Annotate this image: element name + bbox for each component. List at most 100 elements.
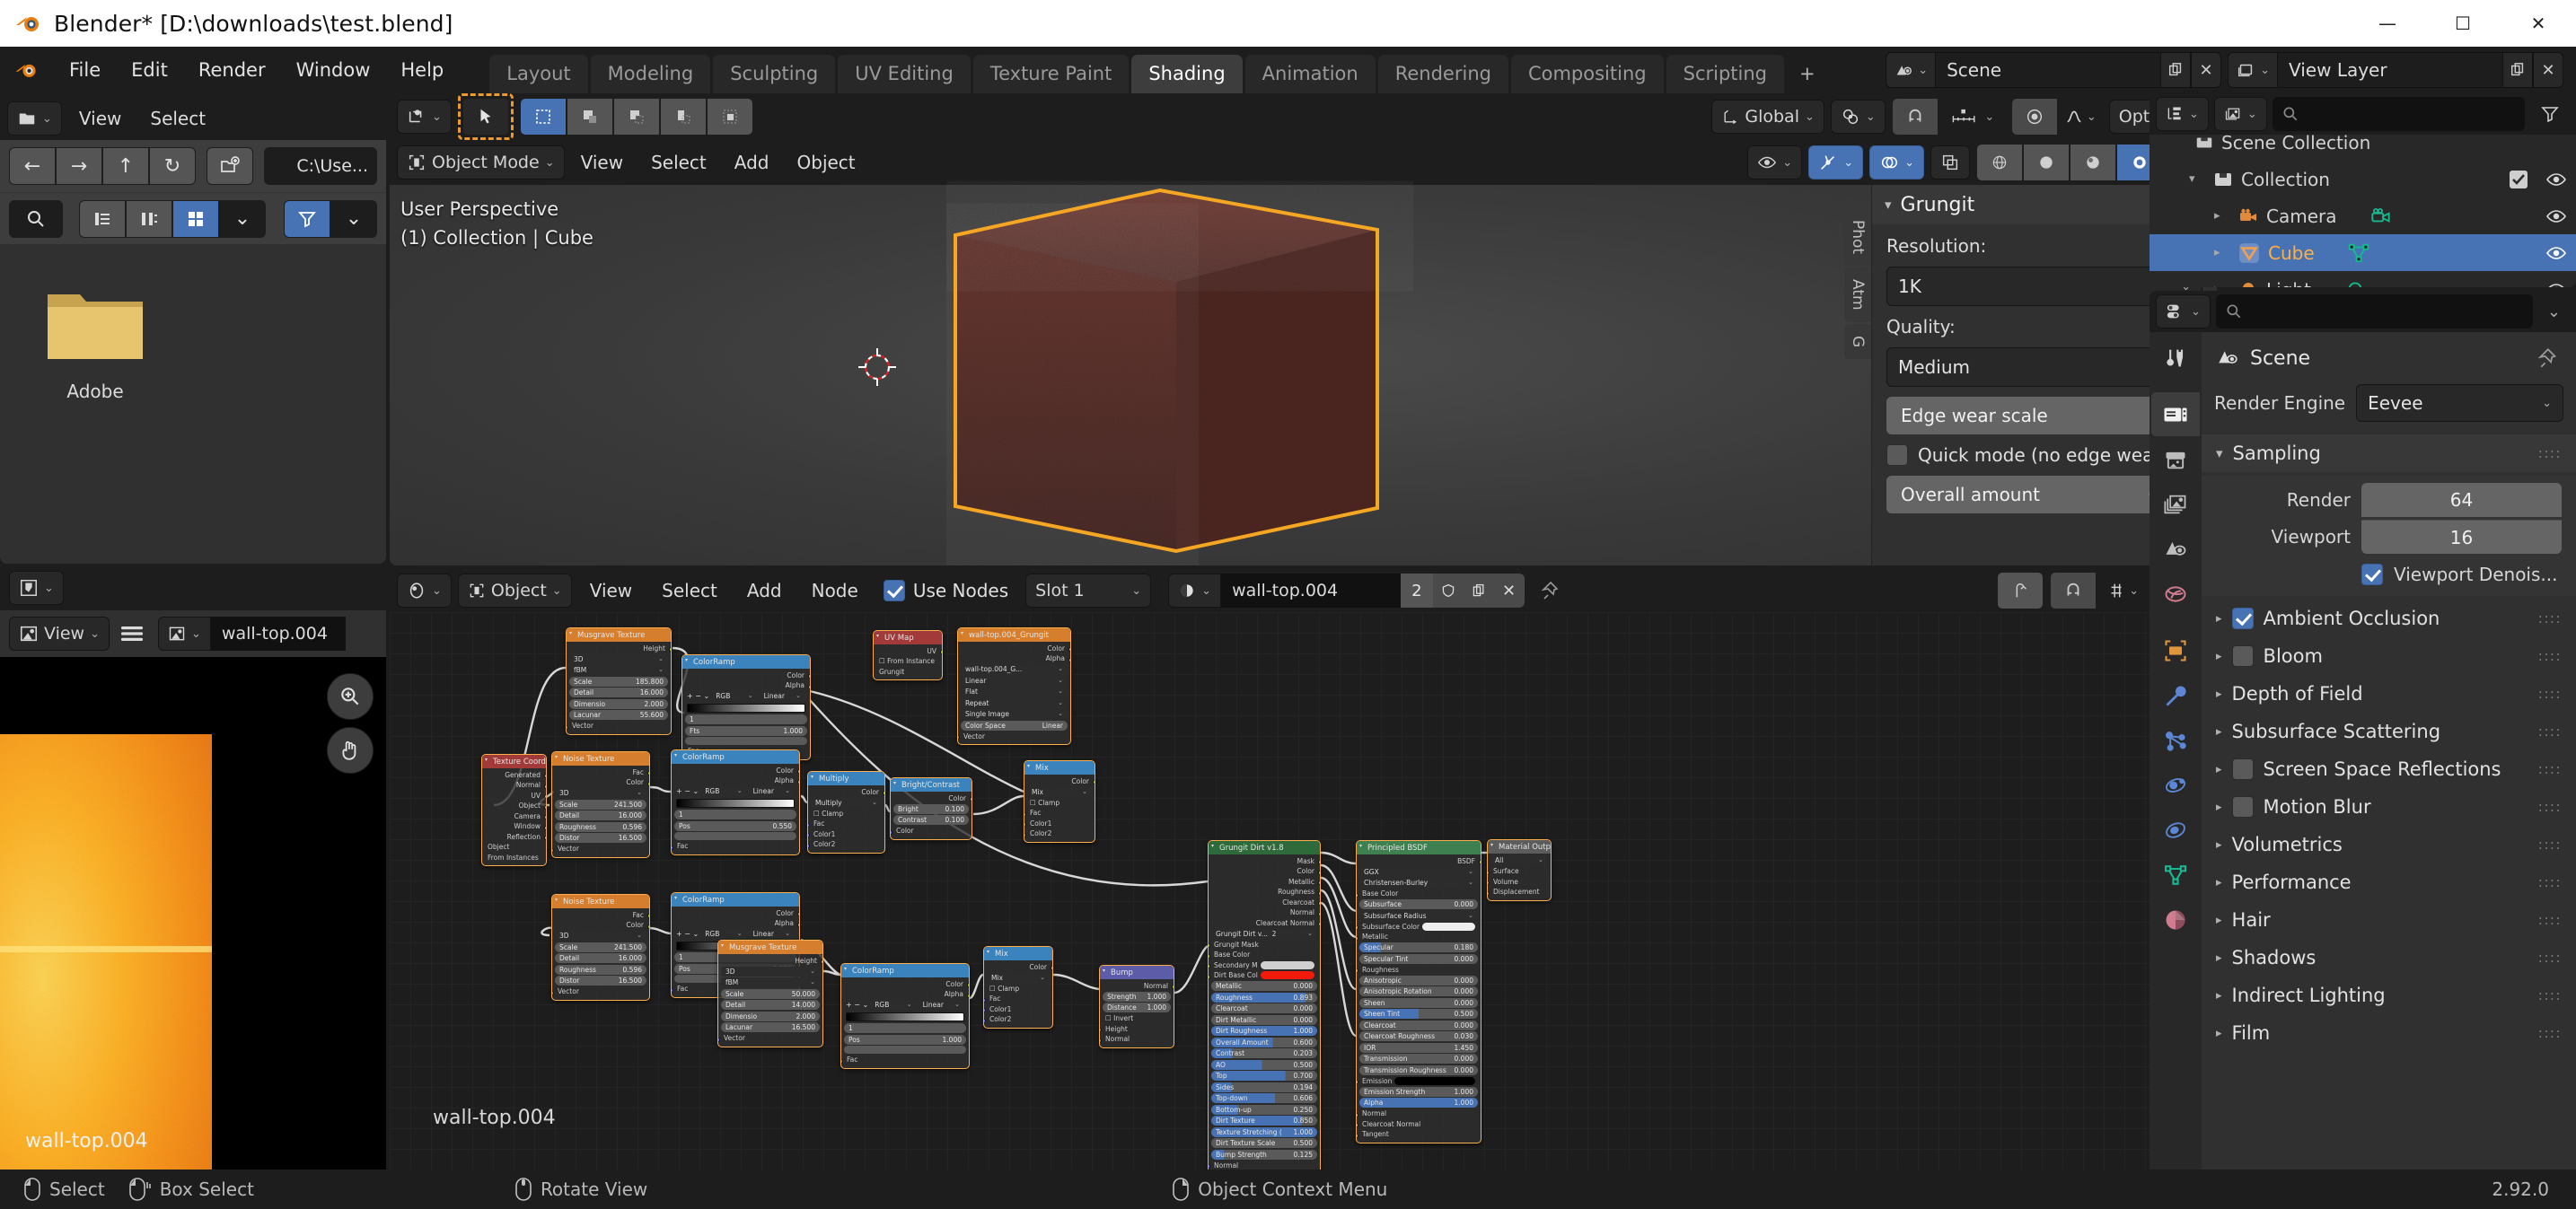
node-value-field[interactable]: Color Space Linear [961,720,1068,731]
solid-shading-icon[interactable] [2023,144,2070,181]
snap-node-icon[interactable]: ⌄ [2097,572,2150,609]
node-input-socket[interactable]: Color2 [984,1015,1050,1024]
node-principled[interactable]: Principled BSDFBSDFGGXChristensen-Burley… [1356,840,1481,1143]
viewport-menu-object[interactable]: Object [786,146,867,179]
property-panel-indirect-lighting[interactable]: ▸ Indirect Lighting:::: [2214,977,2563,1014]
node-checkbox-row[interactable]: ☐ From Instance [876,657,939,666]
properties-tab-material[interactable] [2151,898,2200,942]
node-value-field[interactable]: Dirt Texture Scale 0.500 [1211,1138,1317,1148]
node-dropdown[interactable]: fBM [721,977,820,987]
node-header[interactable]: ColorRamp [672,893,799,907]
node-output-socket[interactable]: Color [1027,776,1095,785]
node-header[interactable]: Musgrave Texture [718,941,822,954]
node-value-field[interactable]: Bump Strength 0.125 [1211,1149,1317,1160]
node-header[interactable]: Multiply [808,772,884,785]
node-value-field[interactable]: Bottom-up 0.250 [1211,1104,1317,1115]
node-dropdown[interactable]: 3D [555,788,646,798]
property-panel-subsurface-scattering[interactable]: ▸ Subsurface Scattering:::: [2214,713,2563,750]
property-panel-screen-space-reflections[interactable]: ▸ Screen Space Reflections:::: [2214,750,2563,788]
node-header[interactable]: Texture Coordinate [482,755,546,768]
node-input-socket[interactable]: Metallic [1357,933,1478,942]
node-dropdown[interactable]: Multiply [811,797,882,808]
node-group-field[interactable]: Grungit Dirt v... 2 [1211,928,1317,939]
image-editor-type-button[interactable]: ⌄ [9,571,64,605]
node-checkbox-row[interactable]: ☐ Clamp [811,809,882,818]
properties-tab-view-layer[interactable] [2151,482,2200,526]
node-value-field[interactable]: Overall Amount 0.600 [1211,1037,1317,1047]
shader-menu-node[interactable]: Node [800,574,870,607]
shader-menu-add[interactable]: Add [735,574,794,607]
node-field[interactable]: Fts 1.000 [685,725,807,736]
properties-tab-constraints[interactable] [2151,808,2200,852]
view-layer-remove-button[interactable]: ✕ [2533,52,2563,88]
properties-search-input[interactable] [2215,294,2533,329]
node-input-socket[interactable]: Normal [1357,1109,1478,1118]
node-dropdown[interactable]: All [1490,855,1548,865]
triangle-right-icon[interactable]: ▸ [2216,876,2222,889]
hand-icon[interactable] [327,727,374,774]
node-value-field[interactable]: Dirt Roughness 1.000 [1211,1026,1317,1036]
node-value-field[interactable]: Specular Tint 0.000 [1359,953,1478,964]
pivot-point-button[interactable]: ⌄ [1830,100,1886,134]
node-value-field[interactable]: Dimensio 2.000 [721,1011,820,1021]
sampling-render-value[interactable]: 64 [2361,483,2562,517]
shader-editor-type-button[interactable]: ⌄ [397,574,452,608]
subtract-selection-icon[interactable] [612,98,660,136]
mesh-data-icon[interactable] [2347,241,2370,265]
node-input-socket[interactable]: Vector [552,987,646,996]
node-output-socket[interactable]: Alpha [961,654,1070,663]
material-name-field[interactable]: wall-top.004 [1221,574,1402,608]
triangle-right-icon[interactable]: ▸ [2216,801,2222,814]
node-input-socket[interactable]: Color1 [984,1004,1050,1013]
node-header[interactable]: Bump [1100,966,1174,979]
node-brightcontrast1[interactable]: Bright/ContrastColorBright0.100Contrast0… [890,777,972,840]
outliner-filter-icon[interactable] [2530,97,2570,131]
properties-tab-render[interactable] [2151,392,2200,436]
node-field[interactable]: Pos 1.000 [844,1034,966,1045]
add-workspace-button[interactable]: + [1787,55,1828,93]
node-value-field[interactable]: Sides 0.194 [1211,1082,1317,1092]
property-panel-bloom[interactable]: ▸ Bloom:::: [2214,637,2563,675]
node-output-socket[interactable]: Height [721,956,822,965]
triangle-right-icon[interactable]: ▸ [2216,763,2222,776]
node-input-socket[interactable]: Vector [958,732,1068,740]
node-input-socket[interactable]: Normal [1100,1035,1171,1044]
node-output-socket[interactable]: Clearcoat [1211,898,1320,907]
node-color-input[interactable]: Dirt Base Col [1209,971,1317,980]
node-output-socket[interactable]: Alpha [685,681,810,690]
properties-tab-data[interactable] [2151,853,2200,897]
node-ramp-interp[interactable]: Linear [759,691,806,701]
property-panel-motion-blur[interactable]: ▸ Motion Blur:::: [2214,788,2563,826]
node-ramp-swatch[interactable] [674,832,796,840]
node-value-field[interactable]: Clearcoat 0.000 [1359,1020,1478,1030]
node-value-field[interactable]: Clearcoat 0.000 [1211,1003,1317,1013]
node-value-field[interactable]: Roughness 0.893 [1211,992,1317,1003]
node-value-field[interactable]: Alpha 1.000 [1359,1098,1478,1108]
node-colorramp4[interactable]: ColorRampColorAlpha + − ⌄ RGB Linear 1Po… [840,963,970,1069]
node-value-field[interactable]: Top-down 0.606 [1211,1093,1317,1103]
node-input-socket[interactable]: Grungit Mask [1209,940,1317,949]
node-imgtex1[interactable]: wall-top.004_GrungitColorAlphawall-top.0… [957,627,1071,745]
property-panel-volumetrics[interactable]: ▸ Volumetrics:::: [2214,826,2563,863]
nav-up-button[interactable]: ↑ [102,147,149,185]
panel-enable-checkbox[interactable] [2231,645,2254,667]
nav-back-button[interactable]: ← [9,147,56,185]
node-value-field[interactable]: Specular 0.180 [1359,942,1478,952]
fake-user-icon[interactable] [1432,574,1464,608]
node-mix1[interactable]: MixColorMix☐ ClampFacColor1Color2 [1024,760,1095,843]
property-panel-film[interactable]: ▸ Film:::: [2214,1014,2563,1052]
zoom-icon[interactable] [327,673,374,720]
node-output-socket[interactable]: Color [674,766,799,775]
magnet-icon[interactable] [2050,572,2097,609]
node-output-socket[interactable]: Color [844,979,969,988]
node-dropdown[interactable]: GGX [1359,866,1478,877]
node-output-socket[interactable]: Color [555,921,649,930]
view-layer-browse-button[interactable]: ⌄ [2228,52,2278,88]
node-header[interactable]: Material Output [1488,840,1551,854]
node-value-field[interactable]: Bright 0.100 [893,803,969,814]
node-output-socket[interactable]: Reflection [485,832,546,841]
outliner-row-scene-collection[interactable]: Scene Collection [2150,135,2576,161]
node-uvmap1[interactable]: UV Map UV ☐ From InstanceGrungit [873,630,943,680]
node-output-socket[interactable]: Camera [485,811,546,820]
node-dropdown[interactable]: Flat [961,687,1068,696]
